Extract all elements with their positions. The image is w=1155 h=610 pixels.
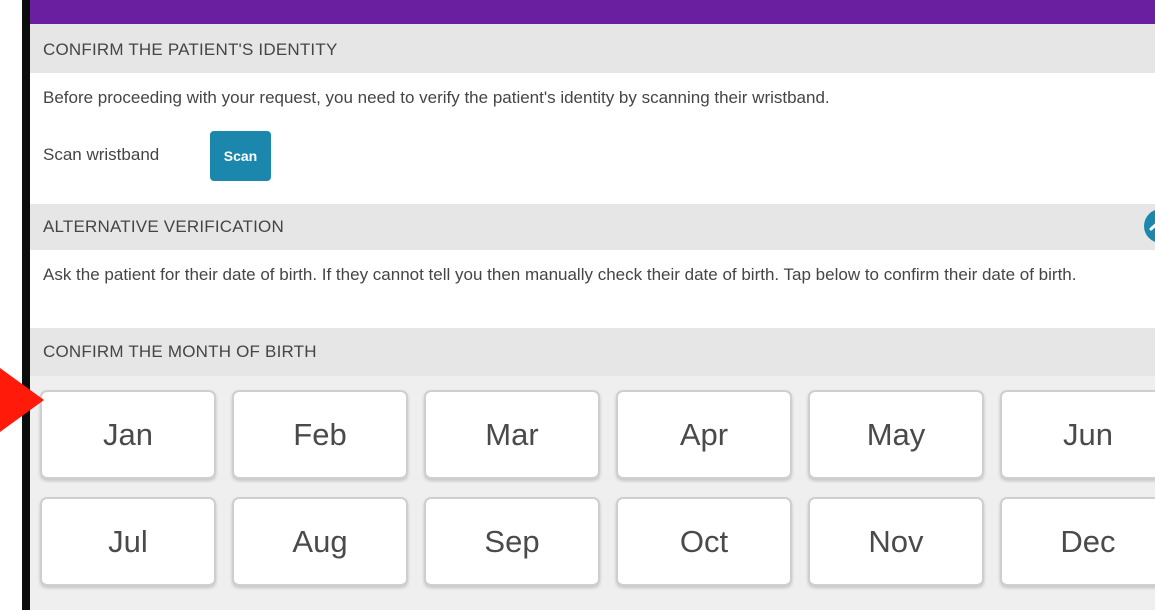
month-section-header: CONFIRM THE MONTH OF BIRTH — [30, 328, 1155, 376]
red-pointer-arrow — [0, 352, 44, 448]
month-grid: Jan Feb Mar Apr May Jun Jul Aug Sep Oct … — [40, 390, 1155, 586]
app-top-bar — [22, 0, 1155, 24]
month-button-dec[interactable]: Dec — [1000, 497, 1155, 586]
frame-border — [22, 0, 30, 610]
left-margin — [0, 0, 22, 610]
verification-panel: CONFIRM THE PATIENT'S IDENTITY Before pr… — [30, 24, 1155, 610]
identity-description: Before proceeding with your request, you… — [43, 88, 830, 107]
month-button-apr[interactable]: Apr — [616, 390, 792, 479]
month-button-jan[interactable]: Jan — [40, 390, 216, 479]
alternative-section-header: ALTERNATIVE VERIFICATION — [30, 204, 1155, 250]
scan-wristband-label: Scan wristband — [43, 145, 160, 164]
scan-button[interactable]: Scan — [210, 131, 271, 181]
month-button-sep[interactable]: Sep — [424, 497, 600, 586]
month-button-aug[interactable]: Aug — [232, 497, 408, 586]
month-button-feb[interactable]: Feb — [232, 390, 408, 479]
month-button-may[interactable]: May — [808, 390, 984, 479]
alternative-description: Ask the patient for their date of birth.… — [43, 265, 1077, 284]
month-button-oct[interactable]: Oct — [616, 497, 792, 586]
month-button-jul[interactable]: Jul — [40, 497, 216, 586]
identity-section-header: CONFIRM THE PATIENT'S IDENTITY — [30, 24, 1155, 73]
month-button-nov[interactable]: Nov — [808, 497, 984, 586]
month-button-jun[interactable]: Jun — [1000, 390, 1155, 479]
month-picker: Jan Feb Mar Apr May Jun Jul Aug Sep Oct … — [30, 376, 1155, 610]
month-button-mar[interactable]: Mar — [424, 390, 600, 479]
